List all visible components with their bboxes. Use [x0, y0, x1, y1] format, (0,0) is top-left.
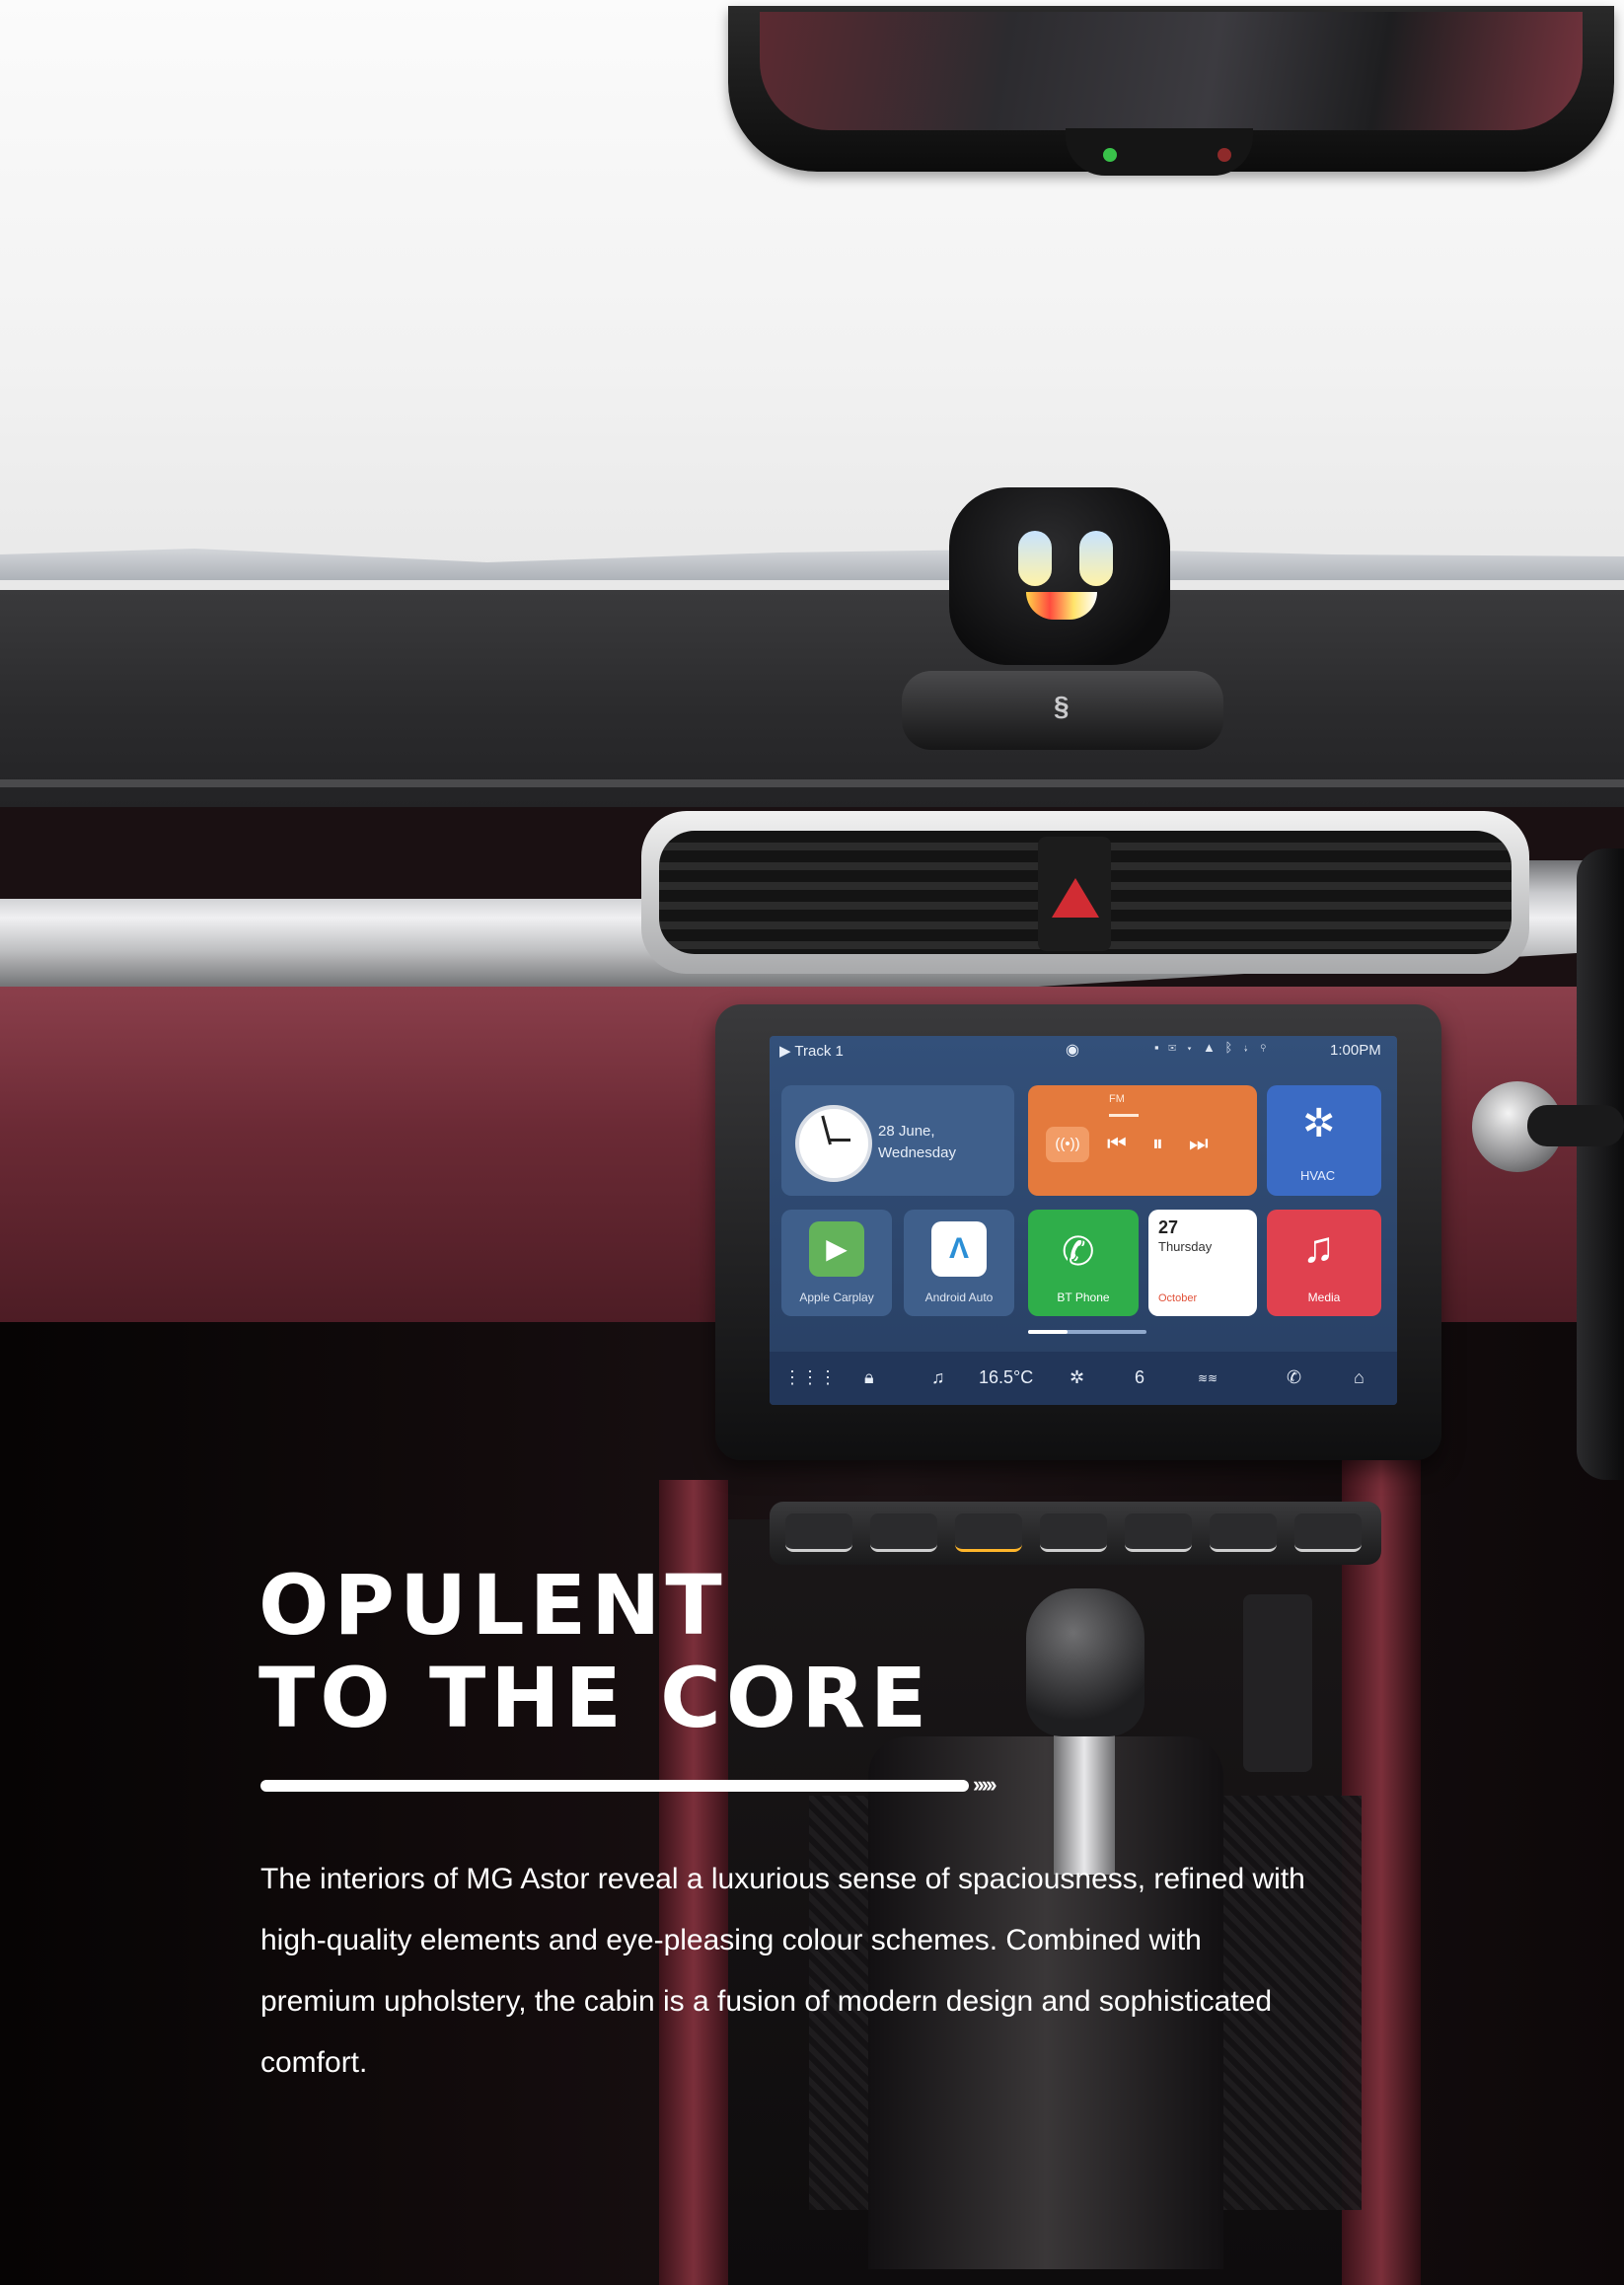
- lock-icon[interactable]: 🔒︎: [864, 1367, 874, 1388]
- home-icon[interactable]: ⌂: [1354, 1367, 1365, 1388]
- defrost-icon[interactable]: ≋≋: [1198, 1371, 1218, 1385]
- now-playing-track[interactable]: ▶ Track 1: [779, 1042, 844, 1060]
- climate-button-6[interactable]: [1210, 1513, 1277, 1552]
- temperature-readout[interactable]: 16.5°C: [979, 1367, 1033, 1388]
- climate-button-3[interactable]: [955, 1513, 1022, 1552]
- status-time: 1:00PM: [1330, 1042, 1381, 1059]
- phone-icon: ✆: [1062, 1230, 1095, 1274]
- robot-logo-icon: §: [1054, 691, 1070, 721]
- status-bar: ▶ Track 1 ◉ ▪ ✉ ▾ ▲ ᛒ ⇣ ⚲ 1:00PM: [770, 1036, 1397, 1064]
- mirror-led-green: [1103, 148, 1117, 162]
- pause-icon[interactable]: ⏸: [1152, 1131, 1189, 1155]
- app-grid-icon[interactable]: ⋮⋮⋮: [783, 1367, 837, 1388]
- gear-shifter-knob: [1026, 1588, 1144, 1736]
- robot-eye-right: [1079, 531, 1113, 586]
- calendar-day: 27: [1158, 1217, 1179, 1237]
- music-icon[interactable]: ♫: [931, 1367, 945, 1388]
- call-icon[interactable]: ✆: [1287, 1367, 1301, 1388]
- music-note-icon: ♫: [1302, 1223, 1335, 1272]
- fm-controls: ⏮⏸⏭: [1107, 1131, 1234, 1156]
- climate-button-7[interactable]: [1294, 1513, 1362, 1552]
- fan-icon[interactable]: ✲: [1070, 1367, 1084, 1388]
- page-indicator-active: [1028, 1330, 1068, 1334]
- body-copy: The interiors of MG Astor reveal a luxur…: [260, 1863, 1305, 2079]
- calendar-weekday: Thursday: [1158, 1239, 1213, 1254]
- status-icons: ▪ ✉ ▾ ▲ ᛒ ⇣ ⚲: [1154, 1040, 1271, 1055]
- chevron-arrows-icon: ›››››: [973, 1772, 997, 1797]
- fm-frequency-bar: ▬▬▬: [1109, 1109, 1139, 1120]
- infotainment-screen: ▶ Track 1 ◉ ▪ ✉ ▾ ▲ ᛒ ⇣ ⚲ 1:00PM 28 June…: [770, 1036, 1397, 1405]
- mirror-reflection: [760, 12, 1583, 130]
- next-icon[interactable]: ⏭: [1189, 1131, 1234, 1155]
- dashboard-top: [0, 590, 1624, 807]
- clock-icon: [795, 1105, 872, 1182]
- radio-signal-icon: ((•)): [1046, 1127, 1089, 1162]
- android-auto-icon: Λ: [931, 1221, 987, 1277]
- carplay-icon: ▶: [809, 1221, 864, 1277]
- climate-button-2[interactable]: [870, 1513, 937, 1552]
- android-auto-label: Android Auto: [924, 1290, 994, 1304]
- robot-eye-left: [1018, 531, 1052, 586]
- headline: OPULENT TO THE CORE: [258, 1559, 931, 1744]
- climate-button-4[interactable]: [1040, 1513, 1107, 1552]
- snowflake-icon: ✲: [1302, 1102, 1336, 1145]
- brand-icon: ◉: [1066, 1042, 1079, 1059]
- headline-rule: [260, 1780, 969, 1792]
- date-text: 28 June, Wednesday: [878, 1121, 956, 1164]
- climate-button-1[interactable]: [785, 1513, 852, 1552]
- headline-line-1: OPULENT: [258, 1557, 727, 1654]
- dashboard-seam: [0, 779, 1624, 787]
- brochure-page: § ▶ Track 1 ◉ ▪ ✉ ▾ ▲ ᛒ ⇣ ⚲ 1:00PM 28 Ju…: [0, 0, 1624, 2285]
- weekday-value: Wednesday: [878, 1144, 956, 1161]
- usb-ports: [1243, 1594, 1312, 1772]
- media-label: Media: [1307, 1290, 1341, 1304]
- steering-stalk: [1527, 1105, 1624, 1146]
- climate-button-5[interactable]: [1125, 1513, 1192, 1552]
- headline-line-2: TO THE CORE: [258, 1650, 932, 1746]
- mirror-led-red: [1218, 148, 1231, 162]
- previous-icon[interactable]: ⏮: [1107, 1131, 1152, 1155]
- hvac-label: HVAC: [1300, 1168, 1336, 1183]
- clock-minute-hand: [829, 1139, 850, 1142]
- ai-robot-head: [949, 487, 1170, 665]
- fan-speed[interactable]: 6: [1135, 1367, 1144, 1388]
- steering-wheel-edge: [1577, 848, 1624, 1480]
- bt-phone-label: BT Phone: [1057, 1290, 1110, 1304]
- hazard-icon: [1052, 878, 1099, 918]
- fm-band-label: FM: [1109, 1093, 1125, 1105]
- calendar-month: October: [1158, 1292, 1198, 1304]
- date-value: 28 June,: [878, 1123, 935, 1140]
- carplay-label: Apple Carplay: [799, 1290, 874, 1304]
